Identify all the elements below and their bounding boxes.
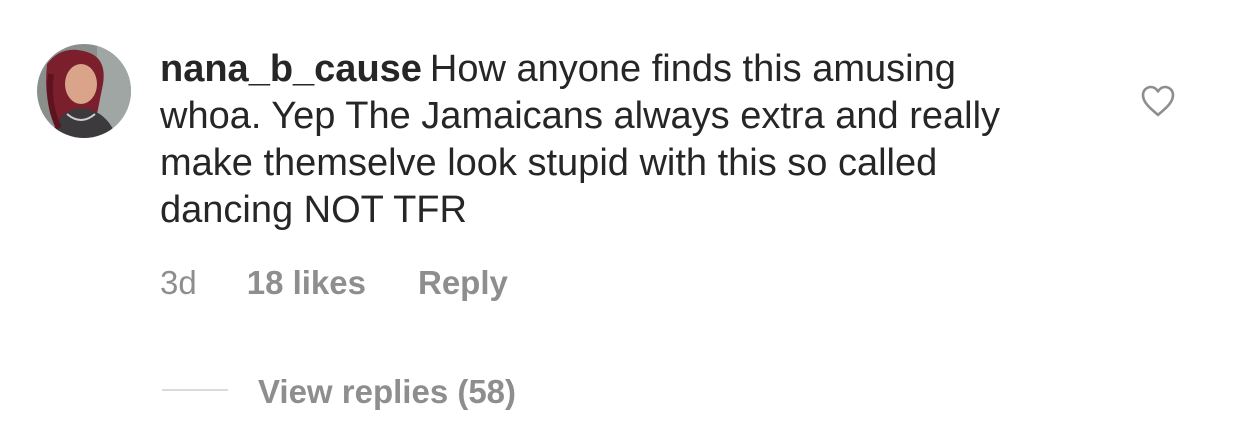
avatar[interactable] <box>37 44 131 138</box>
comment-body: nana_b_cause How anyone finds this amusin… <box>160 46 1060 234</box>
like-button[interactable] <box>1140 84 1176 118</box>
reply-button[interactable]: Reply <box>418 263 508 303</box>
view-replies-button[interactable]: View replies (58) <box>162 372 516 412</box>
comment: nana_b_cause How anyone finds this amusin… <box>0 0 1242 444</box>
heart-outline-icon <box>1140 84 1176 118</box>
comment-username[interactable]: nana_b_cause <box>160 48 422 90</box>
likes-count-link[interactable]: 18 likes <box>247 263 366 303</box>
replies-divider <box>162 389 228 391</box>
view-replies-label: View replies (58) <box>258 373 517 410</box>
comment-meta: 3d 18 likes Reply <box>160 263 508 303</box>
comment-timestamp: 3d <box>160 264 197 301</box>
